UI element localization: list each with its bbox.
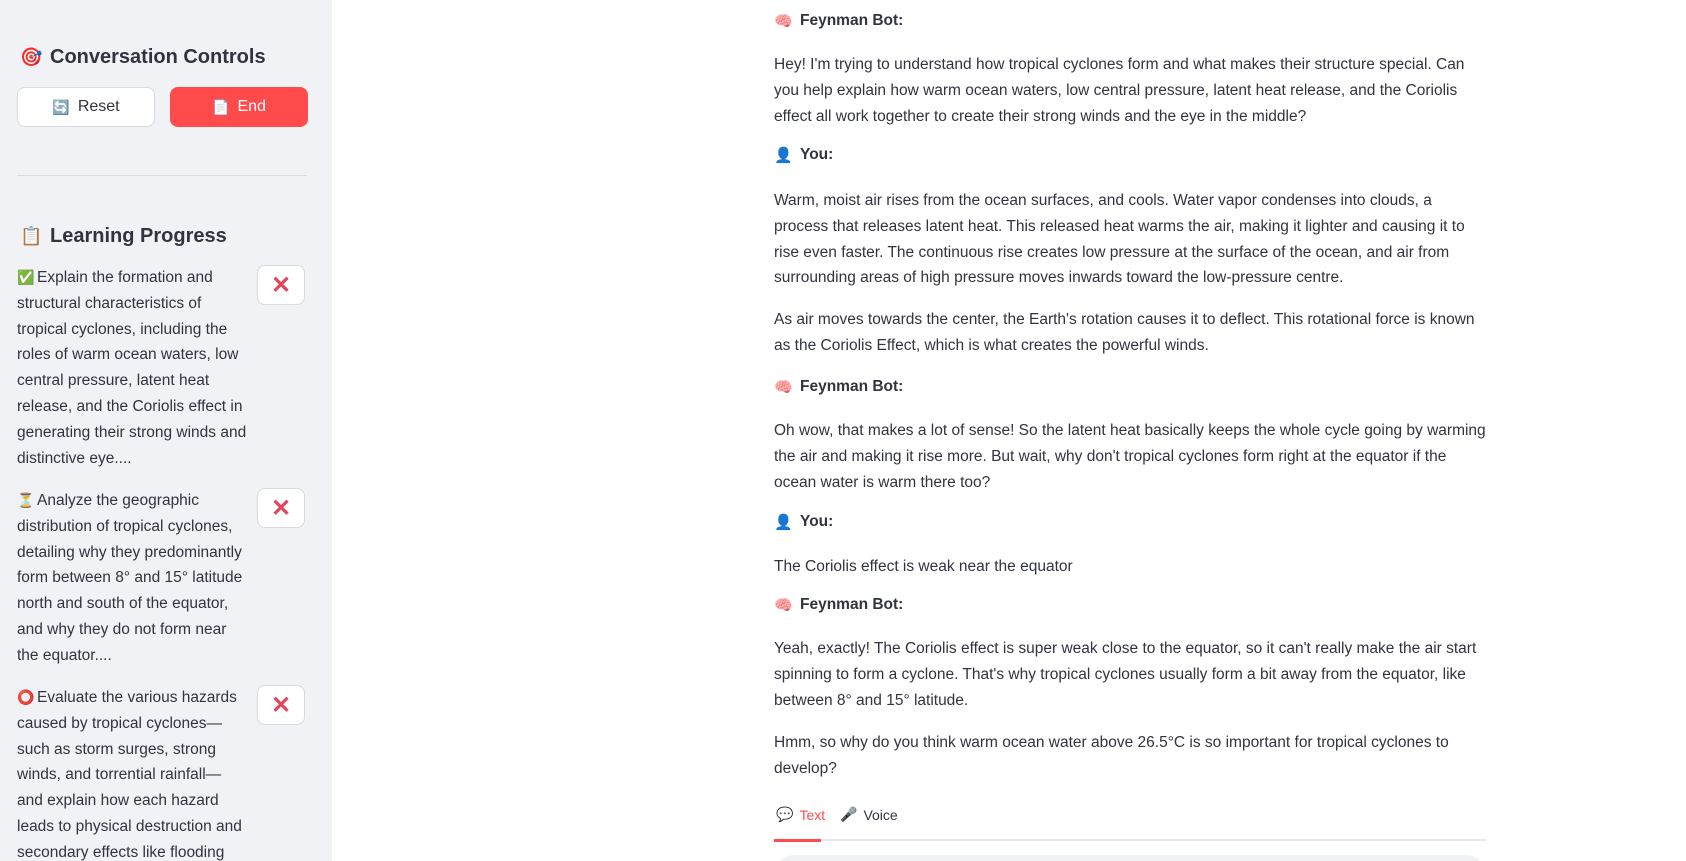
tab-text[interactable]: 💬 Text	[776, 806, 825, 823]
reset-label: Reset	[77, 98, 120, 115]
input-mode-tabs: 💬 Text 🎤 Voice	[774, 800, 1486, 842]
user-name: You:	[800, 513, 834, 530]
tab-text-label: Text	[799, 806, 826, 823]
bot-message: Yeah, exactly! The Coriolis effect is su…	[774, 640, 1477, 709]
user-label: 👤 You:	[774, 513, 833, 531]
sidebar: 🎯 Conversation Controls 🔄 Reset 📄 End 📋 …	[0, 0, 332, 861]
microphone-icon: 🎤	[840, 806, 858, 822]
objective-text: Analyze the geographic distribution of t…	[17, 492, 243, 664]
sidebar-divider	[17, 175, 307, 176]
tab-voice-label: Voice	[863, 806, 898, 823]
bot-label: 🧠 Feynman Bot:	[774, 378, 903, 396]
remove-objective-button[interactable]: ✕	[257, 488, 305, 528]
close-icon: ✕	[270, 271, 292, 299]
bot-label: 🧠 Feynman Bot:	[774, 12, 903, 30]
objective-item-2: ⏳ Analyze the geographic distribution of …	[17, 488, 247, 669]
close-icon: ✕	[270, 691, 292, 719]
chat-input[interactable]	[774, 855, 1486, 861]
objective-text: Evaluate the various hazards caused by t…	[17, 689, 242, 861]
objective-item-1: ✅ Explain the formation and structural ch…	[17, 265, 247, 471]
user-icon: 👤	[774, 147, 793, 164]
target-icon: 🎯	[20, 47, 43, 67]
user-icon: 👤	[774, 514, 793, 531]
document-icon: 📄	[212, 98, 230, 115]
checkmark-icon: ✅	[17, 269, 35, 285]
tab-voice[interactable]: 🎤 Voice	[840, 806, 898, 823]
user-label: 👤 You:	[774, 146, 833, 164]
objective-item-3: ⭕ Evaluate the various hazards caused by …	[17, 685, 247, 861]
objective-text: Explain the formation and structural cha…	[17, 269, 247, 467]
bot-message: Hey! I'm trying to understand how tropic…	[774, 56, 1465, 125]
end-button[interactable]: 📄 End	[170, 87, 308, 127]
refresh-icon: 🔄	[52, 98, 70, 115]
bot-name: Feynman Bot:	[800, 378, 904, 395]
brain-icon: 🧠	[774, 13, 793, 30]
conversation-controls-heading: 🎯 Conversation Controls	[20, 46, 266, 69]
close-icon: ✕	[270, 494, 292, 522]
end-label: End	[237, 98, 266, 115]
bot-label: 🧠 Feynman Bot:	[774, 596, 903, 614]
user-message: The Coriolis effect is weak near the equ…	[774, 558, 1073, 575]
circle-icon: ⭕	[17, 689, 35, 705]
reset-button[interactable]: 🔄 Reset	[17, 87, 155, 127]
user-message: As air moves towards the center, the Ear…	[774, 311, 1475, 354]
conversation-controls-title: Conversation Controls	[50, 46, 266, 68]
clipboard-icon: 📋	[20, 226, 43, 246]
bot-name: Feynman Bot:	[800, 12, 904, 29]
brain-icon: 🧠	[774, 597, 793, 614]
remove-objective-button[interactable]: ✕	[257, 685, 305, 725]
active-tab-indicator	[774, 839, 821, 842]
hourglass-icon: ⏳	[17, 492, 35, 508]
remove-objective-button[interactable]: ✕	[257, 265, 305, 305]
user-name: You:	[800, 146, 834, 163]
brain-icon: 🧠	[774, 379, 793, 396]
learning-progress-title: Learning Progress	[50, 225, 227, 247]
bot-message: Oh wow, that makes a lot of sense! So th…	[774, 422, 1486, 491]
speech-bubble-icon: 💬	[776, 806, 794, 822]
bot-name: Feynman Bot:	[800, 596, 904, 613]
bot-message: Hmm, so why do you think warm ocean wate…	[774, 734, 1449, 777]
user-message: Warm, moist air rises from the ocean sur…	[774, 192, 1465, 287]
learning-progress-heading: 📋 Learning Progress	[20, 225, 227, 248]
